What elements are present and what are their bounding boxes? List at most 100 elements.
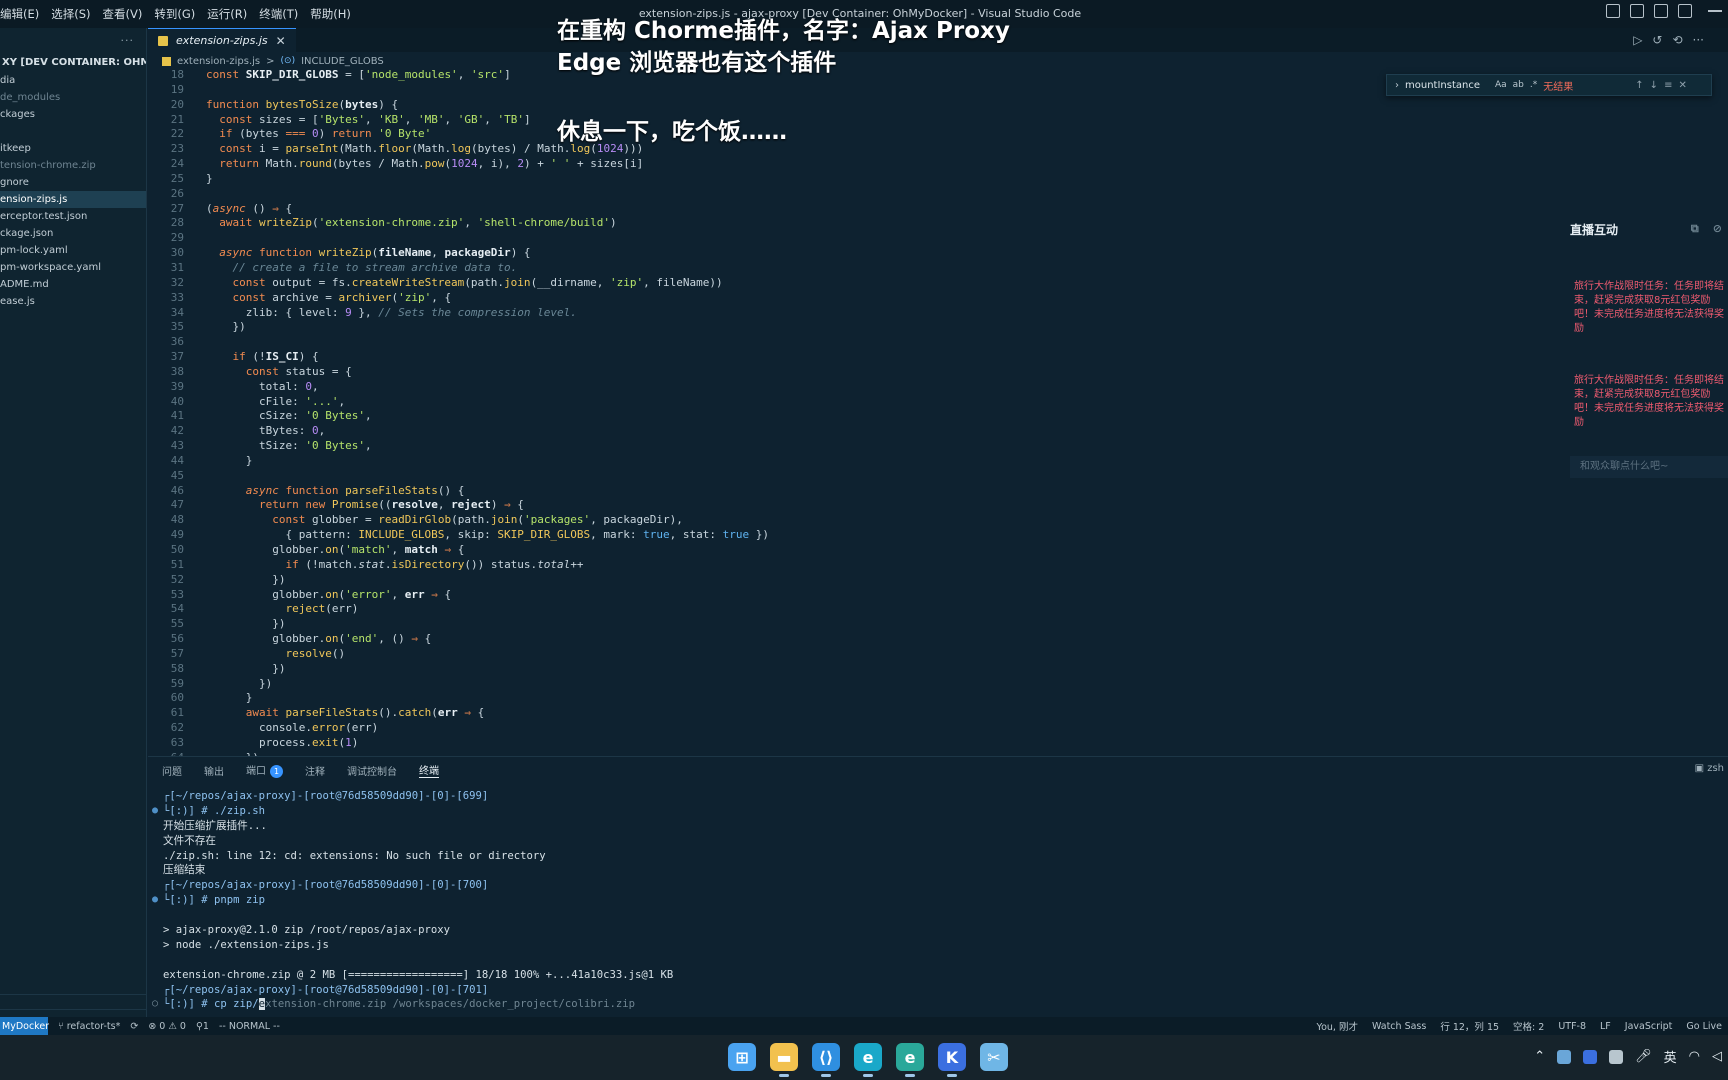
code-line[interactable]: 62 console.error(err) xyxy=(148,721,1564,736)
k-app-icon[interactable]: K xyxy=(938,1043,966,1077)
indentation[interactable]: 空格: 2 xyxy=(1513,1019,1544,1033)
code-line[interactable]: 19 xyxy=(148,83,1564,98)
code-line[interactable]: 27 (async () ⇒ { xyxy=(148,202,1564,217)
menu-item[interactable]: 运行(R) xyxy=(207,6,247,22)
wifi-icon[interactable]: ◠ xyxy=(1689,1049,1700,1064)
encoding[interactable]: UTF-8 xyxy=(1558,1021,1586,1032)
code-line[interactable]: 43 tSize: '0 Bytes', xyxy=(148,439,1564,454)
regex-toggle[interactable]: .* xyxy=(1530,80,1537,90)
revert-icon[interactable]: ⟲ xyxy=(1672,33,1682,47)
find-input[interactable]: mountInstance xyxy=(1405,80,1489,91)
code-line[interactable]: 33 const archive = archiver('zip', { xyxy=(148,291,1564,306)
problems-indicator[interactable]: ⊗ 0 ⚠ 0 xyxy=(148,1021,186,1032)
watch-sass-button[interactable]: Watch Sass xyxy=(1372,1021,1426,1032)
code-line[interactable]: 58 }) xyxy=(148,662,1564,677)
code-line[interactable]: 20 function bytesToSize(bytes) { xyxy=(148,98,1564,113)
file-tree-item[interactable]: gnore xyxy=(0,174,146,191)
windows-start-icon[interactable]: ⊞ xyxy=(728,1043,756,1071)
toggle-panel-icon[interactable] xyxy=(1630,4,1644,18)
toggle-replace-icon[interactable]: › xyxy=(1395,80,1399,91)
tab-problems[interactable]: 问题 xyxy=(162,763,182,778)
outline-section[interactable] xyxy=(0,995,147,1010)
code-line[interactable]: 30 async function writeZip(fileName, pac… xyxy=(148,246,1564,261)
git-blame[interactable]: You, 刚才 xyxy=(1317,1019,1358,1033)
command-decoration-icon[interactable]: ● xyxy=(152,804,158,819)
microphone-icon[interactable]: 🎤︎ xyxy=(1635,1049,1652,1064)
code-line[interactable]: 39 total: 0, xyxy=(148,380,1564,395)
code-line[interactable]: 28 await writeZip('extension-chrome.zip'… xyxy=(148,216,1564,231)
run-icon[interactable]: ▷ xyxy=(1633,33,1642,47)
tray-app-icon[interactable] xyxy=(1583,1049,1598,1064)
code-line[interactable]: 31 // create a file to stream archive da… xyxy=(148,261,1564,276)
explorer-more-actions[interactable]: ··· xyxy=(0,28,146,52)
code-line[interactable]: 22 if (bytes === 0) return '0 Byte' xyxy=(148,127,1564,142)
breadcrumb-symbol[interactable]: INCLUDE_GLOBS xyxy=(301,56,384,67)
match-case-toggle[interactable]: Aa xyxy=(1495,80,1507,90)
code-line[interactable]: 35 }) xyxy=(148,320,1564,335)
menu-item[interactable]: 选择(S) xyxy=(51,6,90,22)
pin-icon[interactable]: ⊘ xyxy=(1713,222,1722,236)
code-line[interactable]: 42 tBytes: 0, xyxy=(148,424,1564,439)
menu-item[interactable]: 帮助(H) xyxy=(310,6,351,22)
menu-item[interactable]: 转到(G) xyxy=(154,6,195,22)
customize-layout-icon[interactable] xyxy=(1678,4,1692,18)
command-decoration-icon[interactable]: ○ xyxy=(152,997,158,1012)
speaker-icon[interactable]: ◁ xyxy=(1712,1049,1722,1064)
cursor-position[interactable]: 行 12，列 15 xyxy=(1440,1019,1499,1033)
language-mode[interactable]: JavaScript xyxy=(1625,1021,1673,1032)
code-line[interactable]: 36 xyxy=(148,335,1564,350)
code-editor[interactable]: 18 const SKIP_DIR_GLOBS = ['node_modules'… xyxy=(148,68,1564,756)
code-line[interactable]: 34 zlib: { level: 9 }, // Sets the compr… xyxy=(148,306,1564,321)
live-chat-input[interactable]: 和观众聊点什么吧~ xyxy=(1570,456,1728,478)
tab-ports[interactable]: 端口 1 xyxy=(246,762,283,778)
code-line[interactable]: 48 const globber = readDirGlob(path.join… xyxy=(148,513,1564,528)
code-line[interactable]: 23 const i = parseInt(Math.floor(Math.lo… xyxy=(148,142,1564,157)
next-match-icon[interactable]: ↓ xyxy=(1650,80,1658,91)
code-line[interactable]: 51 if (!match.stat.isDirectory()) status… xyxy=(148,558,1564,573)
code-line[interactable]: 60 } xyxy=(148,691,1564,706)
file-tree-item[interactable]: dia xyxy=(0,72,146,89)
input-method[interactable]: 英 xyxy=(1664,1047,1677,1066)
tab-debug-console[interactable]: 调试控制台 xyxy=(347,763,397,778)
code-line[interactable]: 56 globber.on('end', () ⇒ { xyxy=(148,632,1564,647)
code-line[interactable]: 59 }) xyxy=(148,677,1564,692)
code-line[interactable]: 63 process.exit(1) xyxy=(148,736,1564,751)
file-tree-item[interactable]: ension-zips.js xyxy=(0,191,146,208)
menu-item[interactable]: 终端(T) xyxy=(259,6,298,22)
menu-item[interactable]: 编辑(E) xyxy=(0,6,39,22)
code-line[interactable]: 50 globber.on('match', match ⇒ { xyxy=(148,543,1564,558)
remote-indicator[interactable]: MyDocker xyxy=(0,1017,49,1035)
code-line[interactable]: 25} xyxy=(148,172,1564,187)
file-explorer-icon[interactable]: ▬ xyxy=(770,1043,798,1077)
tab-extension-zips[interactable]: extension-zips.js ✕ xyxy=(148,28,296,52)
code-line[interactable]: 26 xyxy=(148,187,1564,202)
code-line[interactable]: 29 xyxy=(148,231,1564,246)
command-decoration-icon[interactable]: ● xyxy=(152,893,158,908)
terminal-output[interactable]: ┌[~/repos/ajax-proxy]-[root@76d58509dd90… xyxy=(148,789,1728,1012)
breadcrumb-file[interactable]: extension-zips.js xyxy=(177,56,260,67)
tray-app-icon[interactable] xyxy=(1557,1049,1572,1064)
tab-comments[interactable]: 注释 xyxy=(305,763,325,778)
code-line[interactable]: 44 } xyxy=(148,454,1564,469)
tray-app-icon[interactable] xyxy=(1609,1049,1624,1064)
file-tree-item[interactable]: tension-chrome.zip xyxy=(0,157,146,174)
code-line[interactable]: 40 cFile: '...', xyxy=(148,395,1564,410)
code-line[interactable]: 53 globber.on('error', err ⇒ { xyxy=(148,588,1564,603)
file-tree-item[interactable]: erceptor.test.json xyxy=(0,208,146,225)
code-line[interactable]: 57 resolve() xyxy=(148,647,1564,662)
toggle-secondary-sidebar-icon[interactable] xyxy=(1654,4,1668,18)
menu-item[interactable]: 查看(V) xyxy=(103,6,143,22)
git-branch[interactable]: ⑂ refactor-ts* xyxy=(58,1021,120,1032)
code-line[interactable]: 54 reject(err) xyxy=(148,602,1564,617)
minimize-button[interactable] xyxy=(1708,10,1722,12)
code-line[interactable]: 38 const status = { xyxy=(148,365,1564,380)
terminal-shell-selector[interactable]: ▣ zsh xyxy=(1695,763,1724,774)
file-tree-item[interactable]: ckages xyxy=(0,106,146,123)
tab-output[interactable]: 输出 xyxy=(204,763,224,778)
snipping-tool-icon[interactable]: ✂ xyxy=(980,1043,1008,1071)
edge-icon[interactable]: e xyxy=(854,1043,882,1077)
popout-icon[interactable]: ⧉ xyxy=(1691,222,1699,236)
code-line[interactable]: 21 const sizes = ['Bytes', 'KB', 'MB', '… xyxy=(148,113,1564,128)
history-icon[interactable]: ↺ xyxy=(1652,33,1662,47)
code-line[interactable]: 37 if (!IS_CI) { xyxy=(148,350,1564,365)
